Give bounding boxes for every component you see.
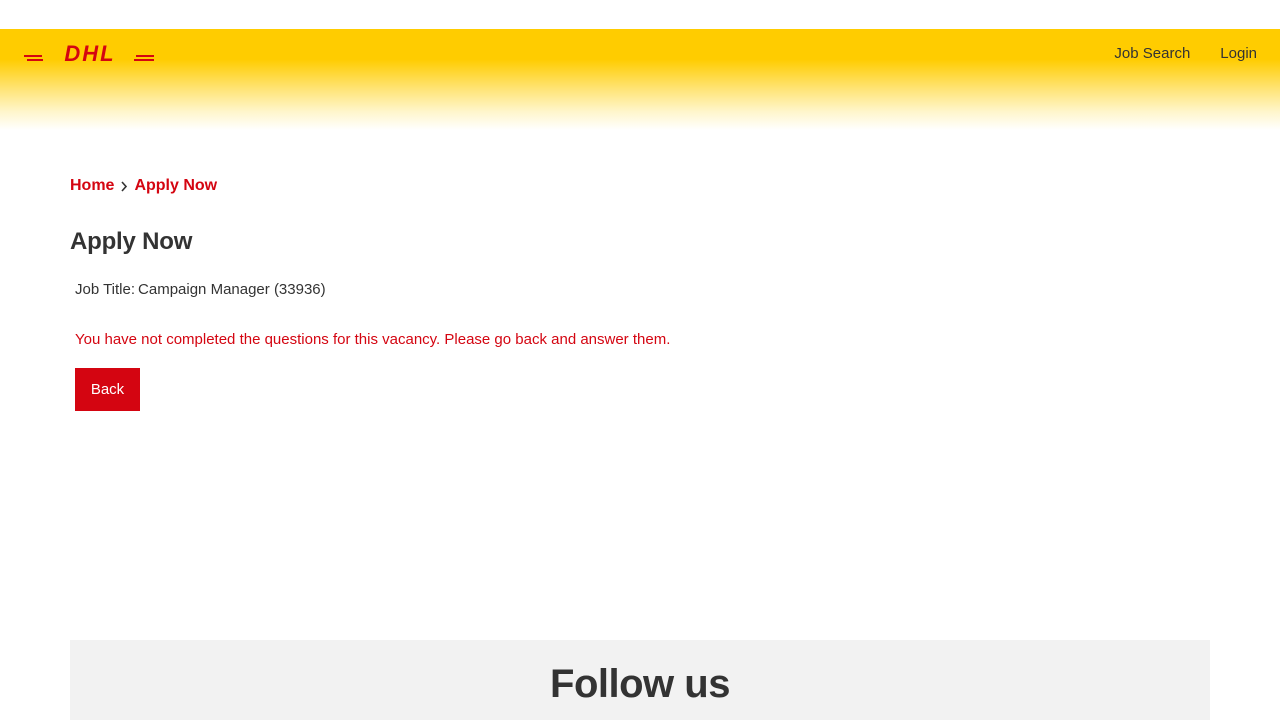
dhl-logo-icon: DHL — [24, 41, 154, 66]
top-nav: Job Search Login — [1114, 45, 1257, 63]
svg-text:DHL: DHL — [64, 43, 115, 65]
job-title-line: Job Title: Campaign Manager (33936) — [75, 280, 326, 300]
breadcrumb-apply-now-link[interactable]: Apply Now — [134, 176, 217, 196]
error-message: You have not completed the questions for… — [75, 331, 671, 348]
site-header: DHL Job Search Login — [0, 29, 1280, 130]
job-title-label: Job Title: — [75, 281, 136, 298]
nav-job-search-link[interactable]: Job Search — [1114, 45, 1190, 63]
chevron-right-icon — [114, 176, 134, 196]
follow-us-section: Follow us — [70, 640, 1210, 720]
dhl-logo[interactable]: DHL — [24, 41, 156, 66]
job-title-value: Campaign Manager (33936) — [138, 281, 326, 298]
breadcrumb: Home Apply Now — [70, 176, 217, 196]
follow-us-title: Follow us — [550, 662, 730, 706]
nav-login-link[interactable]: Login — [1220, 45, 1257, 63]
back-button[interactable]: Back — [75, 368, 140, 411]
top-strip — [0, 0, 1280, 29]
page-title: Apply Now — [70, 228, 193, 255]
breadcrumb-home-link[interactable]: Home — [70, 176, 114, 196]
